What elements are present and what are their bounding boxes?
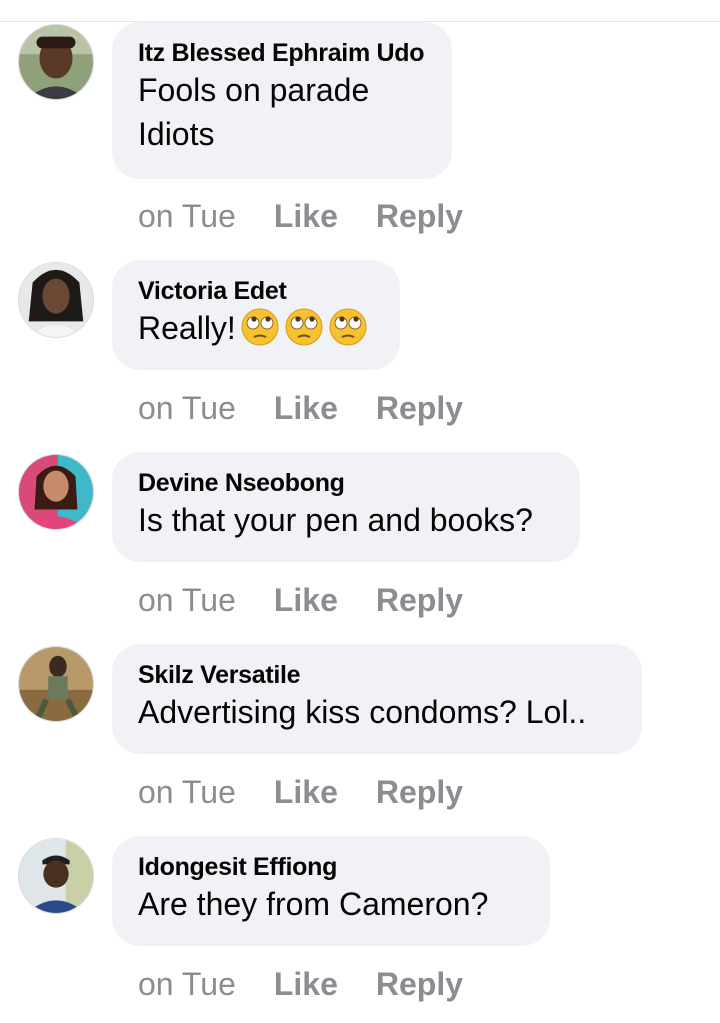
eye-roll-emoji-icon	[329, 308, 367, 346]
comment-bubble: Itz Blessed Ephraim Udo Fools on parade …	[112, 22, 452, 179]
comment-bubble: Idongesit Effiong Are they from Cameron?	[112, 836, 550, 946]
like-button[interactable]: Like	[274, 774, 338, 811]
eye-roll-emoji-icon	[285, 308, 323, 346]
comment-actions: on Tue Like Reply	[138, 196, 501, 236]
user-photo-icon	[19, 839, 93, 913]
comment-time[interactable]: on Tue	[138, 966, 236, 1003]
comment-author[interactable]: Itz Blessed Ephraim Udo	[138, 38, 426, 68]
reply-button[interactable]: Reply	[376, 582, 463, 619]
like-button[interactable]: Like	[274, 198, 338, 235]
avatar[interactable]	[18, 24, 94, 100]
avatar[interactable]	[18, 262, 94, 338]
like-button[interactable]: Like	[274, 390, 338, 427]
comment-actions: on Tue Like Reply	[138, 388, 501, 428]
like-button[interactable]: Like	[274, 966, 338, 1003]
reply-button[interactable]: Reply	[376, 390, 463, 427]
comment-author[interactable]: Victoria Edet	[138, 276, 374, 306]
comment-time[interactable]: on Tue	[138, 774, 236, 811]
avatar[interactable]	[18, 646, 94, 722]
reply-button[interactable]: Reply	[376, 198, 463, 235]
comment-text: Are they from Cameron?	[138, 886, 489, 922]
comment-text: Really!	[138, 306, 374, 350]
user-photo-icon	[19, 263, 93, 337]
comment-text: Advertising kiss condoms? Lol..	[138, 694, 587, 730]
comment-text: Fools on parade Idiots	[138, 72, 370, 152]
comment-time[interactable]: on Tue	[138, 390, 236, 427]
comment-text: Is that your pen and books?	[138, 502, 533, 538]
comment-actions: on Tue Like Reply	[138, 580, 501, 620]
like-button[interactable]: Like	[274, 582, 338, 619]
comment-bubble: Skilz Versatile Advertising kiss condoms…	[112, 644, 642, 754]
comment-author[interactable]: Devine Nseobong	[138, 468, 554, 498]
avatar[interactable]	[18, 454, 94, 530]
reply-button[interactable]: Reply	[376, 966, 463, 1003]
comment-author[interactable]: Skilz Versatile	[138, 660, 616, 690]
user-photo-icon	[19, 455, 93, 529]
reply-button[interactable]: Reply	[376, 774, 463, 811]
comment-time[interactable]: on Tue	[138, 198, 236, 235]
comment-actions: on Tue Like Reply	[138, 772, 501, 812]
comment-bubble: Victoria Edet Really!	[112, 260, 400, 370]
comment-actions: on Tue Like Reply	[138, 964, 501, 1004]
user-photo-icon	[19, 25, 93, 99]
avatar[interactable]	[18, 838, 94, 914]
comment-bubble: Devine Nseobong Is that your pen and boo…	[112, 452, 580, 562]
comment-author[interactable]: Idongesit Effiong	[138, 852, 524, 882]
user-photo-icon	[19, 647, 93, 721]
comment-time[interactable]: on Tue	[138, 582, 236, 619]
eye-roll-emoji-icon	[241, 308, 279, 346]
